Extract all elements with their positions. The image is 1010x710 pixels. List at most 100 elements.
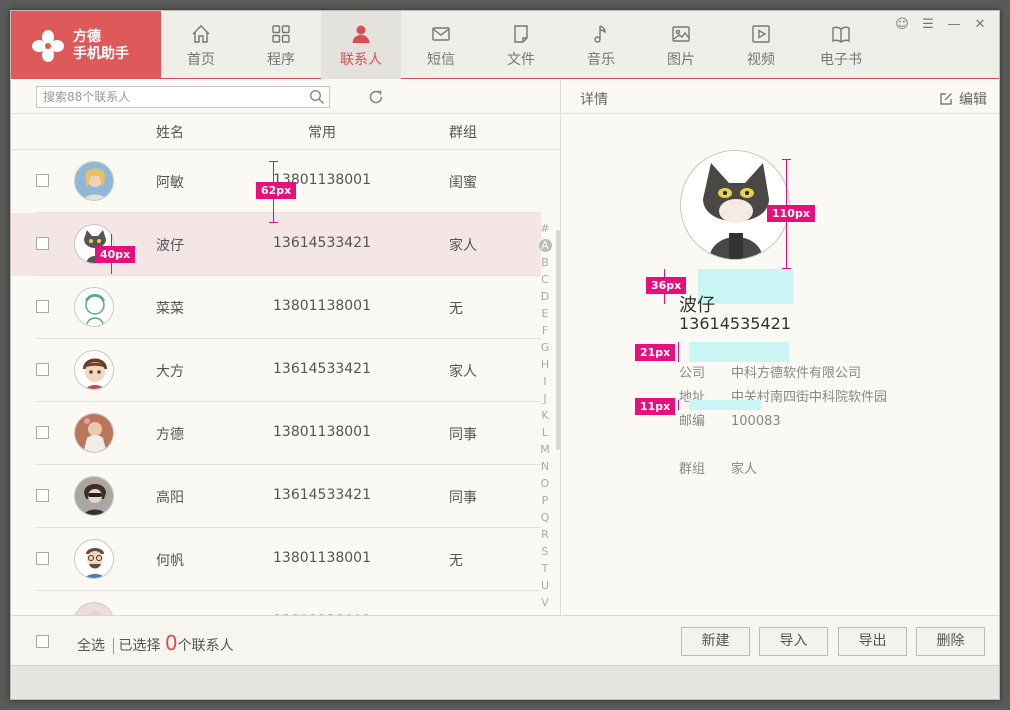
contact-list: 阿敏 13801138001 闺蜜 波仔 13614533421 家人 菜菜 1 <box>11 150 541 615</box>
import-button[interactable]: 导入 <box>759 627 828 656</box>
nav-files-label: 文件 <box>507 52 535 68</box>
book-icon <box>832 26 850 43</box>
app-name: 方德 手机助手 <box>73 29 129 63</box>
row-checkbox[interactable] <box>36 300 49 313</box>
alphabet-letter[interactable]: C <box>538 271 552 288</box>
nav-home-label: 首页 <box>187 52 215 68</box>
measure-tick <box>269 161 278 162</box>
alphabet-letter[interactable]: F <box>538 322 552 339</box>
contact-row[interactable]: 方德 13801138001 同事 <box>11 402 541 465</box>
alphabet-letter[interactable]: H <box>538 356 552 373</box>
app-name-line2: 手机助手 <box>73 46 129 62</box>
contact-row[interactable]: 大方 13614533421 家人 <box>11 339 541 402</box>
select-all-label[interactable]: 全选 <box>77 638 105 654</box>
alphabet-letter[interactable]: S <box>538 543 552 560</box>
group-row: 群组 家人 <box>679 458 757 477</box>
detail-pane: 详情 编辑 波仔 13614535421 公司 中科方德软件有限公司 地址 中关… <box>562 80 999 615</box>
contact-phone: 13801138001 <box>273 550 371 566</box>
contact-name: 方德 <box>156 427 184 443</box>
search-icon[interactable] <box>309 89 325 105</box>
alphabet-letter[interactable]: I <box>538 373 552 390</box>
alphabet-letter[interactable]: P <box>538 492 552 509</box>
contact-name: 何帆 <box>156 553 184 569</box>
alphabet-letter[interactable]: V <box>538 594 552 611</box>
file-icon <box>514 25 528 43</box>
row-checkbox[interactable] <box>36 174 49 187</box>
avatar-large-size-annotation: 110px <box>767 205 815 222</box>
alphabet-letter[interactable]: # <box>538 220 552 237</box>
menu-icon[interactable]: ☰ <box>921 17 935 32</box>
alphabet-letter[interactable]: D <box>538 288 552 305</box>
minimize-button[interactable]: — <box>947 17 961 32</box>
alphabet-letter[interactable]: Q <box>538 509 552 526</box>
column-phone-header: 常用 <box>308 124 336 141</box>
contact-group: 家人 <box>449 364 477 380</box>
nav-home[interactable]: 首页 <box>161 11 241 79</box>
nav-apps-label: 程序 <box>267 52 295 68</box>
nav-apps[interactable]: 程序 <box>241 11 321 79</box>
contacts-pane: 搜索88个联系人 姓名 常用 群组 阿敏 13801138001 闺蜜 波仔 1… <box>11 80 561 677</box>
alphabet-letter[interactable]: J <box>538 390 552 407</box>
app-logo: 方德 手机助手 <box>11 11 161 79</box>
nav-pictures[interactable]: 图片 <box>641 11 721 79</box>
list-scrollbar[interactable] <box>556 230 560 450</box>
row-checkbox[interactable] <box>36 489 49 502</box>
edit-label: 编辑 <box>959 92 987 108</box>
alphabet-letter[interactable]: T <box>538 560 552 577</box>
contact-row[interactable]: 何帆 13801138001 无 <box>11 528 541 591</box>
row-checkbox[interactable] <box>36 552 49 565</box>
select-all-checkbox[interactable] <box>36 635 49 648</box>
nav-messages[interactable]: 短信 <box>401 11 481 79</box>
alphabet-letter[interactable]: O <box>538 475 552 492</box>
alphabet-letter[interactable]: L <box>538 424 552 441</box>
contact-phone: 13614533421 <box>273 361 371 377</box>
alphabet-letter[interactable]: M <box>538 441 552 458</box>
nav-files[interactable]: 文件 <box>481 11 561 79</box>
refresh-icon[interactable] <box>367 88 385 106</box>
row-checkbox[interactable] <box>36 363 49 376</box>
nav-music[interactable]: 音乐 <box>561 11 641 79</box>
search-input[interactable]: 搜索88个联系人 <box>36 86 330 108</box>
contact-row[interactable]: 黄静 13801138001 <box>11 591 541 615</box>
avatar <box>74 350 114 390</box>
alphabet-letter[interactable]: N <box>538 458 552 475</box>
logo-icon <box>32 30 64 62</box>
alphabet-letter[interactable]: R <box>538 526 552 543</box>
contacts-icon <box>352 25 370 43</box>
contact-phone: 13801138001 <box>273 298 371 314</box>
alphabet-letter[interactable]: K <box>538 407 552 424</box>
nav-videos[interactable]: 视频 <box>721 11 801 79</box>
alphabet-letter[interactable]: A <box>538 239 552 252</box>
status-bar <box>11 665 999 699</box>
list-header: 姓名 常用 群组 <box>11 114 560 150</box>
export-button[interactable]: 导出 <box>838 627 907 656</box>
company-label: 公司 <box>679 366 706 381</box>
nav-messages-label: 短信 <box>427 52 455 68</box>
main-nav: 首页 程序 联系人 短信 文件 音乐 图片 视频 电子书 <box>161 11 881 79</box>
contact-name: 波仔 <box>156 238 184 254</box>
avatar <box>74 413 114 453</box>
zip-label: 邮编 <box>679 414 706 429</box>
contact-row[interactable]: 菜菜 13801138001 无 <box>11 276 541 339</box>
row-checkbox[interactable] <box>36 237 49 250</box>
account-icon[interactable]: ☺ <box>895 17 909 32</box>
alphabet-letter[interactable]: G <box>538 339 552 356</box>
home-icon <box>192 25 210 43</box>
alphabet-letter[interactable]: U <box>538 577 552 594</box>
row-checkbox[interactable] <box>36 426 49 439</box>
company-row: 公司 中科方德软件有限公司 <box>679 362 861 381</box>
new-contact-button[interactable]: 新建 <box>681 627 750 656</box>
delete-button[interactable]: 删除 <box>916 627 985 656</box>
close-button[interactable]: ✕ <box>973 17 987 32</box>
spacing-36-annotation: 36px <box>646 277 687 294</box>
nav-pictures-label: 图片 <box>667 52 695 68</box>
contact-phone: 13614533421 <box>273 487 371 503</box>
music-icon <box>594 25 606 43</box>
measure-tick <box>782 159 791 160</box>
alphabet-letter[interactable]: E <box>538 305 552 322</box>
contact-row[interactable]: 高阳 13614533421 同事 <box>11 465 541 528</box>
nav-contacts[interactable]: 联系人 <box>321 11 401 79</box>
edit-button[interactable]: 编辑 <box>939 89 987 109</box>
nav-ebooks[interactable]: 电子书 <box>801 11 881 79</box>
alphabet-letter[interactable]: B <box>538 254 552 271</box>
